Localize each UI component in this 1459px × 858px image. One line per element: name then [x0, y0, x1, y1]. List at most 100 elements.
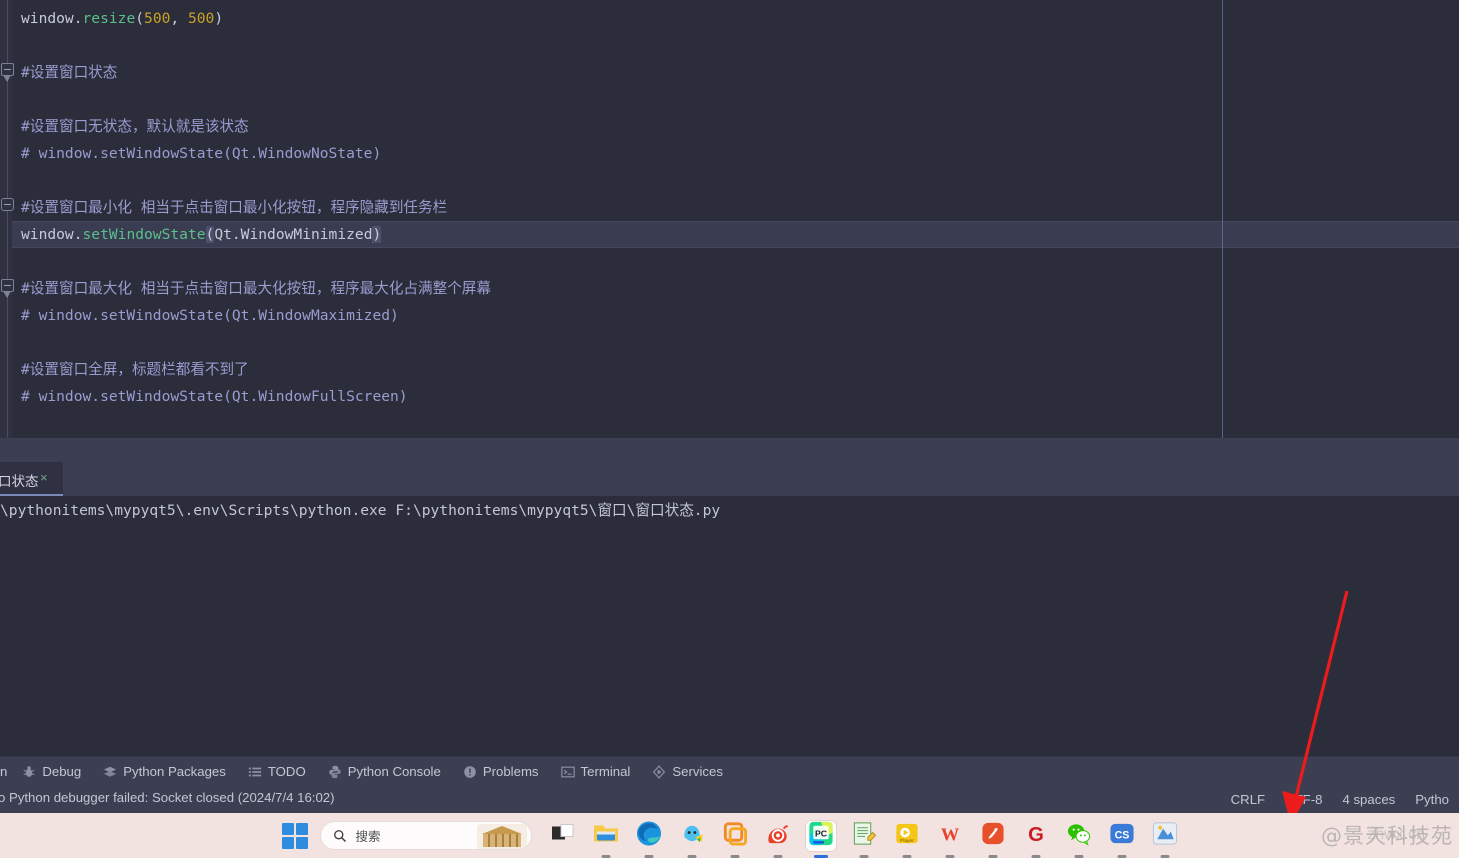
bug-icon — [22, 765, 36, 779]
status-pytho[interactable]: Pytho — [1405, 792, 1459, 807]
taskbar-app-dingtalk[interactable] — [1150, 820, 1180, 858]
code-line-current[interactable]: window.setWindowState(Qt.WindowMinimized… — [12, 221, 382, 248]
run-console-output[interactable]: \pythonitems\mypyqt5\.env\Scripts\python… — [0, 496, 1459, 756]
code-line[interactable]: #设置窗口状态 — [12, 59, 117, 86]
running-indicator — [601, 854, 610, 858]
code-line[interactable]: window.resize(500, 500) — [12, 5, 223, 32]
run-tab-active[interactable]: 口状态 × — [0, 462, 63, 496]
taskbar-app-gitee[interactable]: G — [1021, 821, 1051, 858]
watermark-overlay-text: zhwx.cn — [1367, 826, 1425, 843]
start-button[interactable] — [280, 821, 310, 851]
taskbar-app-list[interactable]: PC Player W G CS — [548, 820, 1180, 858]
code-line[interactable]: #设置窗口全屏，标题栏都看不到了 — [12, 356, 249, 383]
svg-text:W: W — [940, 824, 959, 844]
taskbar-app-microsoft-edge[interactable] — [634, 820, 664, 858]
status-message: o Python debugger failed: Socket closed … — [0, 790, 335, 805]
media-player-icon: Player — [893, 820, 920, 852]
taskbar-app-file-explorer[interactable] — [591, 821, 621, 858]
tool-window-debug[interactable]: Debug — [11, 757, 92, 786]
taskbar-app-wechat[interactable] — [1064, 821, 1094, 858]
code-line[interactable]: # window.setWindowState(Qt.WindowNoState… — [12, 140, 381, 167]
right-margin-guide — [1222, 0, 1223, 438]
code-token: ( — [135, 10, 145, 27]
tool-window-label: Python Console — [347, 764, 441, 779]
tool-window-n[interactable]: n — [0, 757, 11, 786]
taskbar-app-office[interactable] — [720, 821, 750, 858]
code-token: ) — [372, 226, 382, 243]
running-indicator — [730, 854, 739, 858]
running-indicator — [902, 854, 911, 858]
running-indicator — [1117, 854, 1126, 858]
windows-taskbar[interactable]: 搜索 PC Player W G CS — [0, 813, 1459, 858]
taskbar-app-text-editor[interactable] — [849, 821, 879, 858]
tool-window-python-console[interactable]: Python Console — [317, 757, 452, 786]
taskbar-app-pycharm[interactable]: PC — [805, 820, 836, 858]
code-token: #设置窗口最大化 相当于点击窗口最大化按钮，程序最大化占满整个屏幕 — [21, 280, 491, 297]
tool-window-label: Python Packages — [123, 764, 226, 779]
running-indicator — [988, 854, 997, 858]
youdao-icon — [979, 820, 1006, 852]
taskbar-app-media-player[interactable]: Player — [892, 820, 922, 858]
microsoft-edge-icon — [635, 820, 662, 852]
svg-text:Player: Player — [900, 838, 914, 844]
close-icon[interactable]: × — [40, 470, 48, 485]
taskbar-app-wps-office[interactable]: W — [935, 821, 965, 858]
taskbar-app-youdao[interactable] — [978, 820, 1008, 858]
running-indicator — [1160, 854, 1169, 858]
tool-window-label: Terminal — [580, 764, 631, 779]
running-indicator — [1031, 854, 1040, 858]
code-line[interactable]: #设置窗口最小化 相当于点击窗口最小化按钮，程序隐藏到任务栏 — [12, 194, 447, 221]
code-token: #设置窗口无状态，默认就是该状态 — [21, 118, 249, 135]
running-indicator — [813, 854, 828, 858]
code-line[interactable]: # window.setWindowState(Qt.WindowFullScr… — [12, 383, 408, 410]
tool-window-python-packages[interactable]: Python Packages — [92, 757, 237, 786]
taskbar-app-csdn[interactable]: CS — [1107, 821, 1137, 858]
taskbar-app-qq[interactable] — [677, 821, 707, 858]
code-token: 500 — [187, 10, 215, 27]
code-token: resize — [82, 10, 136, 27]
code-token: # window.setWindowState(Qt.WindowNoState… — [21, 145, 382, 162]
tool-window-terminal[interactable]: Terminal — [550, 757, 642, 786]
pycharm-icon: PC — [807, 820, 834, 852]
code-text[interactable]: window.resize(500, 500) #设置窗口状态 #设置窗口无状态，默… — [12, 0, 1459, 438]
dingtalk-icon — [1151, 820, 1178, 852]
running-indicator — [687, 854, 696, 858]
tool-window-problems[interactable]: Problems — [452, 757, 550, 786]
code-editor[interactable]: window.resize(500, 500) #设置窗口状态 #设置窗口无状态，默… — [0, 0, 1459, 438]
status-bar-right[interactable]: CRLF UTF-8 4 spaces Pytho — [1221, 785, 1459, 813]
code-line[interactable]: # window.setWindowState(Qt.WindowMaximiz… — [12, 302, 399, 329]
svg-text:CS: CS — [1114, 829, 1129, 841]
code-token: window — [21, 226, 74, 243]
running-indicator — [773, 854, 782, 858]
status-crlf[interactable]: CRLF — [1221, 792, 1275, 807]
fold-arrow-icon — [3, 291, 12, 300]
svg-text:PC: PC — [814, 828, 827, 838]
svg-text:G: G — [1028, 824, 1044, 846]
bottom-tool-window-bar[interactable]: n Debug Python Packages TODO Python Console P… — [0, 756, 1459, 786]
list-icon — [248, 765, 262, 779]
tool-window-todo[interactable]: TODO — [237, 757, 317, 786]
code-token: ) — [214, 10, 224, 27]
status-bar[interactable]: o Python debugger failed: Socket closed … — [0, 785, 1459, 813]
code-token: #设置窗口状态 — [21, 64, 118, 81]
tool-window-label: Services — [672, 764, 723, 779]
code-token: . — [73, 226, 83, 243]
search-placeholder: 搜索 — [355, 830, 381, 844]
run-tab-label: 口状态 — [0, 474, 39, 489]
taskbar-app-snail-browser[interactable] — [763, 820, 793, 858]
taskbar-app-task-view[interactable] — [548, 821, 578, 851]
status-utf-8[interactable]: UTF-8 — [1275, 792, 1332, 807]
code-line[interactable]: #设置窗口最大化 相当于点击窗口最大化按钮，程序最大化占满整个屏幕 — [12, 275, 491, 302]
taskbar-search-box[interactable]: 搜索 — [319, 821, 532, 850]
python-icon — [328, 765, 342, 779]
warning-icon — [463, 765, 477, 779]
tool-window-services[interactable]: Services — [641, 757, 734, 786]
run-tab-bar[interactable]: 口状态 × — [0, 462, 1459, 497]
code-token: # window.setWindowState(Qt.WindowFullScr… — [21, 388, 408, 405]
code-token: Qt.WindowMinimized — [214, 226, 373, 243]
code-line[interactable]: #设置窗口无状态，默认就是该状态 — [12, 113, 249, 140]
status-4-spaces[interactable]: 4 spaces — [1332, 792, 1405, 807]
tool-window-label: TODO — [267, 764, 306, 779]
services-icon — [652, 764, 666, 779]
snail-browser-icon — [764, 820, 791, 852]
